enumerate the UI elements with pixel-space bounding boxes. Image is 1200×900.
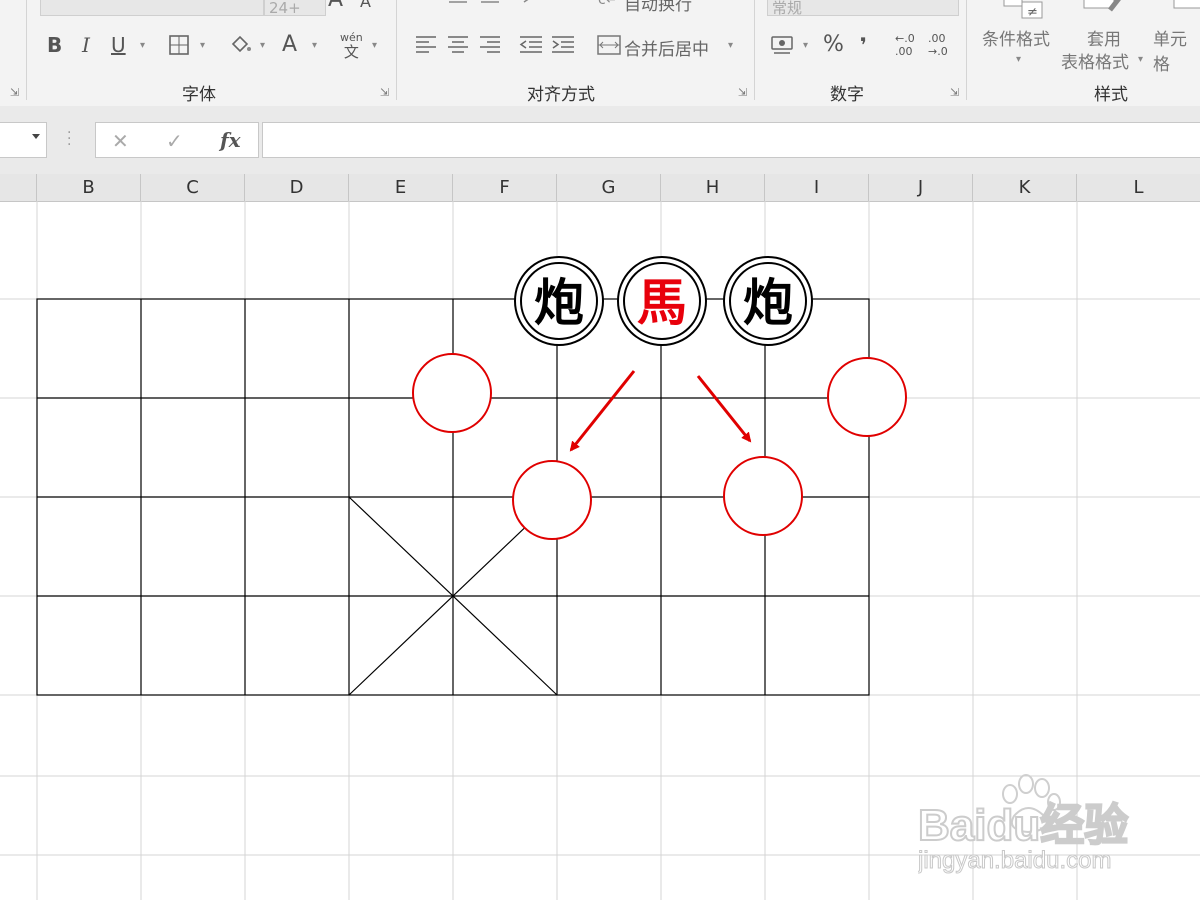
align-left-icon[interactable] [414, 34, 438, 61]
number-group-launcher-icon[interactable]: ⇲ [950, 86, 959, 99]
font-name-box[interactable] [40, 0, 264, 16]
font-color-button[interactable]: A [282, 33, 297, 57]
border-dropdown-icon[interactable]: ▾ [200, 40, 205, 51]
italic-button[interactable]: I [82, 33, 90, 57]
formula-input[interactable] [262, 122, 1200, 158]
column-header-G[interactable]: G [557, 174, 661, 201]
column-header-D[interactable]: D [245, 174, 349, 201]
number-format-box[interactable]: 常规 [767, 0, 959, 17]
column-header-A-partial[interactable] [0, 174, 37, 201]
column-header-C[interactable]: C [141, 174, 245, 201]
align-right-icon[interactable] [478, 34, 502, 61]
watermark-url: jingyan.baidu.com [918, 847, 1111, 874]
cell-styles-button[interactable]: 单元格 [1153, 25, 1200, 75]
piece-cannon-right[interactable]: 炮 [723, 256, 813, 346]
wrap-text-button[interactable]: 自动换行 [624, 0, 692, 15]
merge-center-icon[interactable] [596, 34, 622, 61]
align-middle-icon[interactable] [478, 0, 502, 11]
conditional-format-button[interactable]: 条件格式 [982, 25, 1050, 50]
accounting-dropdown-icon[interactable]: ▾ [803, 40, 808, 51]
column-header-F[interactable]: F [453, 174, 557, 201]
border-icon[interactable] [168, 34, 190, 61]
piece-label: 馬 [637, 273, 687, 332]
formula-bar-buttons: ✕ ✓ fx [95, 122, 259, 158]
font-color-dropdown-icon[interactable]: ▾ [312, 40, 317, 51]
decrease-indent-icon[interactable] [518, 34, 544, 61]
fill-color-icon[interactable] [228, 34, 252, 61]
baidu-jingyan-watermark: Baidu经验 jingyan.baidu.com [917, 770, 1158, 880]
table-format-dropdown-icon[interactable]: ▾ [1138, 54, 1143, 65]
align-top-icon[interactable] [446, 0, 470, 11]
increase-indent-icon[interactable] [550, 34, 576, 61]
align-center-icon[interactable] [446, 34, 470, 61]
formula-bar: · · · ✕ ✓ fx [0, 106, 1200, 174]
number-group-label: 数字 [830, 85, 864, 105]
orientation-icon[interactable] [522, 0, 550, 11]
piece-label: 炮 [743, 273, 793, 332]
target-circle[interactable] [827, 357, 907, 437]
increase-decimal-button[interactable]: ←.0 .00 [895, 32, 915, 58]
phonetic-bottom-text: 文 [343, 43, 359, 61]
formula-bar-splitter-icon[interactable]: · · · [67, 126, 71, 152]
bold-button[interactable]: B [47, 33, 62, 57]
column-headers: B C D E F G H I J K L [0, 174, 1200, 202]
merge-center-button[interactable]: 合并后居中 [624, 35, 709, 60]
cancel-icon[interactable]: ✕ [112, 129, 129, 153]
column-header-J[interactable]: J [869, 174, 973, 201]
wrap-text-icon[interactable]: c↵ [598, 0, 617, 12]
watermark-brand: Baidu经验 [918, 801, 1128, 850]
svg-text:≠: ≠ [1027, 5, 1038, 20]
number-format-value: 常规 [772, 0, 803, 17]
conditional-format-dropdown-icon[interactable]: ▾ [1016, 54, 1021, 65]
comma-style-button[interactable]: ❜ [860, 33, 867, 57]
target-circle[interactable] [723, 456, 803, 536]
font-dialog-launcher-icon[interactable]: ⇲ [10, 86, 19, 99]
font-size-value: 24+ [269, 0, 301, 17]
column-header-L[interactable]: L [1077, 174, 1200, 201]
chess-pieces: 炮 馬 炮 [514, 256, 813, 346]
arrow-right [696, 375, 752, 443]
percent-button[interactable]: % [823, 33, 844, 57]
name-box-dropdown-icon[interactable] [32, 134, 40, 139]
merge-dropdown-icon[interactable]: ▾ [728, 40, 733, 51]
piece-label: 炮 [534, 273, 584, 332]
piece-horse-center[interactable]: 馬 [617, 256, 707, 346]
shrink-font-button[interactable]: A [360, 0, 371, 14]
styles-group-label: 样式 [1094, 85, 1128, 105]
target-circle[interactable] [412, 353, 492, 433]
phonetic-dropdown-icon[interactable]: ▾ [372, 40, 377, 51]
table-format-line2[interactable]: 表格格式 [1061, 48, 1129, 73]
font-size-box[interactable]: 24+ [264, 0, 326, 17]
phonetic-guide-button[interactable]: wén 文 [340, 32, 363, 61]
underline-dropdown-icon[interactable]: ▾ [140, 40, 145, 51]
column-header-K[interactable]: K [973, 174, 1077, 201]
grow-font-button[interactable]: A [328, 0, 343, 12]
font-group-label: 字体 [182, 85, 216, 105]
column-header-B[interactable]: B [37, 174, 141, 201]
table-format-line1[interactable]: 套用 [1087, 25, 1121, 50]
piece-cannon-left[interactable]: 炮 [514, 256, 604, 346]
alignment-group-label: 对齐方式 [527, 85, 595, 105]
arrow-left [569, 370, 636, 452]
name-box[interactable] [0, 122, 47, 158]
move-targets [412, 353, 907, 540]
enter-icon[interactable]: ✓ [166, 129, 183, 153]
decrease-decimal-button[interactable]: .00 →.0 [928, 32, 948, 58]
ribbon: 24+ A A B I U ▾ ▾ ▾ A ▾ wén 文 ▾ 字体 ⇲ ⇲ c… [0, 0, 1200, 106]
underline-button[interactable]: U [111, 33, 126, 57]
accounting-format-icon[interactable] [770, 34, 796, 61]
font-group-launcher-icon[interactable]: ⇲ [380, 86, 389, 99]
insert-function-icon[interactable]: fx [220, 128, 241, 152]
column-header-H[interactable]: H [661, 174, 765, 201]
column-header-I[interactable]: I [765, 174, 869, 201]
target-circle[interactable] [512, 460, 592, 540]
column-header-E[interactable]: E [349, 174, 453, 201]
fill-color-dropdown-icon[interactable]: ▾ [260, 40, 265, 51]
alignment-group-launcher-icon[interactable]: ⇲ [738, 86, 747, 99]
